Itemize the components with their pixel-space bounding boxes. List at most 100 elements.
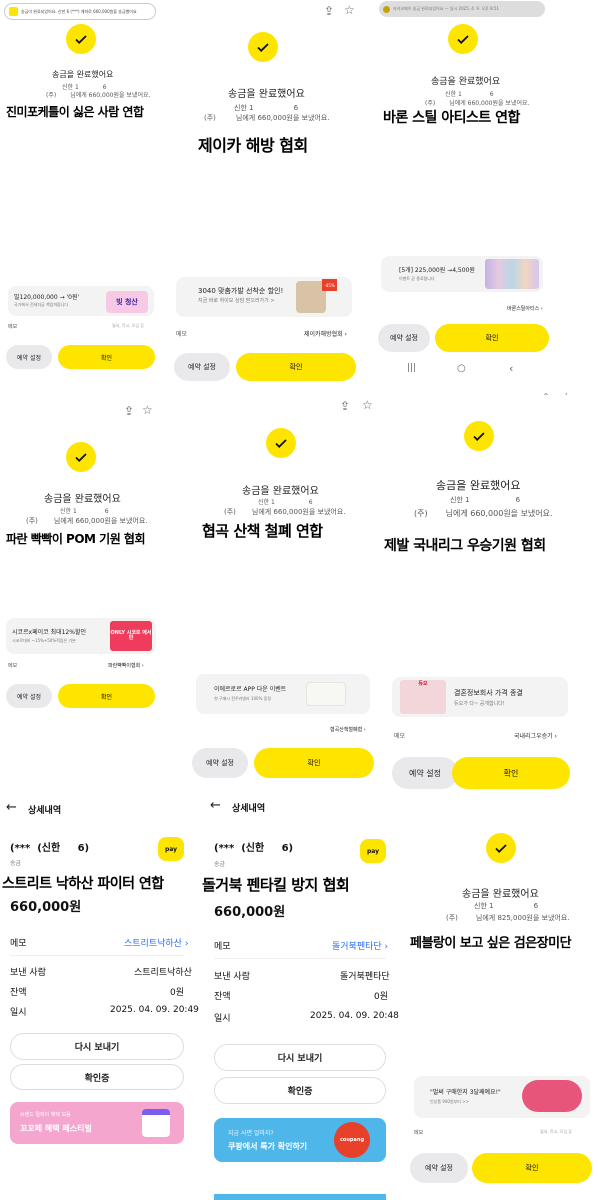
ad-subtitle: 국가에서 전세자금 책임져줍니다 [14, 302, 69, 307]
share-icon[interactable]: ⇪ [124, 405, 134, 417]
ad-image [522, 1080, 582, 1112]
balance-value: 0원 [374, 992, 389, 1002]
reserve-button[interactable]: 예약 설정 [6, 684, 52, 708]
confirm-button[interactable]: 확인 [58, 684, 155, 708]
confirm-button[interactable]: 확인 [254, 748, 374, 778]
ad-banner[interactable]: 3040 맞춤가발 선착순 할인! 지금 바로 하이모 상담 받으러가기 > -… [176, 277, 352, 317]
memo-value[interactable]: 국내리그우승기 › [514, 731, 557, 740]
notification-banner[interactable]: 송금이 완료되었어요. 신한 6 (***) 계좌로 660,000원을 송금했… [4, 3, 156, 20]
ad-title: 3040 맞춤가발 선착순 할인! [198, 287, 284, 295]
bank-line: 신한 16 [474, 902, 539, 910]
ad-banner[interactable]: 시코르x페이코 최대12%할인 시코르대비 ~15%+50%적립은 기본 ONL… [6, 618, 156, 654]
kakao-icon [383, 5, 390, 13]
ad-subtitle: 인상품 900원부터 >> [430, 1099, 469, 1104]
confirm-button[interactable]: 확인 [236, 353, 356, 381]
share-icon[interactable]: ⇪ [324, 5, 334, 17]
reserve-button[interactable]: 예약 설정 [174, 353, 230, 381]
datetime-label: 일시 [10, 1008, 27, 1018]
confirm-button[interactable]: 확인 [472, 1153, 592, 1183]
bank-line: 신한 16 [258, 499, 313, 506]
resend-button[interactable]: 다시 보내기 [214, 1044, 386, 1071]
reserve-button[interactable]: 예약 설정 [410, 1153, 468, 1183]
memo-value[interactable]: 스트리트낙하산 › [124, 936, 188, 949]
ad-title: 이에르로르 APP 다운 이벤트 [214, 686, 287, 693]
memo-value[interactable]: 돌거북펜타단 › [332, 939, 388, 952]
panel-2: ⇪ ☆ 송금을 완료했어요 신한 16 (주) 님에게 660,000원을 보냈어… [170, 0, 375, 395]
coupang-badge: coupang [334, 1122, 370, 1158]
memo-value[interactable]: 파란빡빡이협회 › [108, 662, 144, 669]
caption-text: 제이카 해방 협회 [198, 136, 308, 155]
recent-apps-icon[interactable]: ||| [407, 364, 416, 373]
bank-line: 신한 16 [445, 91, 494, 98]
reserve-button[interactable]: 예약 설정 [378, 324, 430, 352]
star-icon[interactable]: ☆ [142, 404, 153, 416]
done-title: 송금을 완료했어요 [52, 70, 114, 79]
ad-title: "벌써 구매한지 3달째예요!" [430, 1089, 501, 1096]
page-title: 상세내역 [232, 804, 266, 814]
caption-text: 파란 빡빡이 POM 기원 협회 [6, 532, 146, 546]
caption-text: 스트리트 낙하산 파이터 연합 [2, 876, 164, 892]
notification-banner[interactable]: 카카오페이 송금 완료되었어요 — 일시 2025. 4. 9. 오후 8:51 [379, 1, 545, 17]
notification-text: 카카오페이 송금 완료되었어요 — 일시 2025. 4. 9. 오후 8:51 [393, 6, 500, 11]
memo-value[interactable]: 바론스틸아티스 › [507, 305, 543, 312]
promo-banner[interactable]: 브랜드 릴레이 혜택 모음 꼬꼬페 혜택 페스티벌 [10, 1102, 184, 1144]
caption-text: 바론 스틸 아티스트 연합 [383, 110, 520, 126]
reserve-button[interactable]: 예약 설정 [392, 757, 458, 789]
ad-title: 결혼정보회사 가격 종결 [454, 689, 523, 697]
memo-hint[interactable]: 월세, 학교, 모임 등 [112, 323, 144, 329]
calendar-icon [142, 1109, 170, 1137]
back-arrow-icon[interactable]: ← [210, 799, 221, 812]
ad-banner[interactable]: "벌써 구매한지 3달째예요!" 인상품 900원부터 >> [414, 1076, 590, 1118]
check-circle-icon [266, 428, 296, 458]
promo-title: 꼬꼬페 혜택 페스티벌 [20, 1124, 92, 1133]
memo-value[interactable]: 협곡산책철폐협 › [330, 726, 366, 733]
promo-title: 쿠팡에서 특가 확인하기 [228, 1142, 308, 1151]
sent-line: (주) 님에게 660,000원을 보냈어요. [204, 114, 330, 122]
bank-line: 신한 16 [234, 104, 299, 112]
promo-banner[interactable]: 지금 사면 얼마지? 쿠팡에서 특가 확인하기 coupang [214, 1118, 386, 1162]
ad-image: 듀오 [400, 680, 446, 714]
memo-value[interactable]: 제이카해방협회 › [304, 329, 347, 338]
ad-subtitle: 이벤트 곧 종료됩니다 [399, 276, 435, 281]
promo-small: 지금 사면 얼마지? [228, 1130, 274, 1137]
bottom-strip [214, 1194, 386, 1200]
memo-hint[interactable]: 월세, 학교, 모임 등 [540, 1129, 572, 1135]
check-circle-icon [448, 24, 478, 54]
star-icon[interactable]: ☆ [362, 399, 373, 411]
share-icon[interactable]: ⇪ [340, 400, 350, 412]
reserve-button[interactable]: 예약 설정 [6, 345, 52, 369]
resend-button[interactable]: 다시 보내기 [10, 1033, 184, 1060]
recipient-header: (*** (신한 6) [10, 843, 90, 854]
memo-label: 메모 [8, 324, 18, 330]
notification-text: 송금이 완료되었어요. 신한 6 (***) 계좌로 660,000원을 송금했… [21, 8, 137, 14]
sent-line: (주) 님에게 825,000원을 보냈어요. [446, 914, 570, 922]
panel-4: ⇪ ☆ 송금을 완료했어요 신한 16 (주) 님에게 660,000원을 보냈어… [0, 395, 170, 795]
balance-label: 잔액 [10, 988, 27, 998]
receipt-button[interactable]: 확인증 [214, 1077, 386, 1104]
done-title: 송금을 완료했어요 [436, 479, 521, 492]
confirm-button[interactable]: 확인 [452, 757, 570, 789]
ad-banner[interactable]: [5개] 225,000원 →4,500원 이벤트 곧 종료됩니다 [381, 256, 543, 292]
back-icon[interactable]: ‹ [509, 363, 513, 374]
ad-subtitle: 첫 구매시 전주카넬라 100% 증정 [214, 696, 272, 701]
back-arrow-icon[interactable]: ← [6, 801, 17, 814]
confirm-button[interactable]: 확인 [435, 324, 549, 352]
divider [214, 958, 386, 959]
memo-label: 메모 [394, 733, 406, 740]
ad-banner[interactable]: 듀오 결혼정보회사 가격 종결 듀오가 다~ 공개합니다! [392, 677, 568, 717]
star-icon[interactable]: ☆ [344, 4, 355, 16]
ad-banner[interactable]: 이에르로르 APP 다운 이벤트 첫 구매시 전주카넬라 100% 증정 [196, 674, 370, 714]
ad-subtitle: 듀오가 다~ 공개합니다! [454, 701, 505, 707]
ad-title: 시코르x페이코 최대12%할인 [12, 629, 86, 636]
reserve-button[interactable]: 예약 설정 [192, 748, 248, 778]
kakao-icon [9, 7, 18, 16]
home-icon[interactable]: ○ [457, 364, 466, 374]
ad-image: 빚 청산 [106, 291, 148, 313]
ad-banner[interactable]: 빌120,000,000 → '0원' 국가에서 전세자금 책임져줍니다 빚 청… [8, 286, 154, 316]
panel-3: 카카오페이 송금 완료되었어요 — 일시 2025. 4. 9. 오후 8:51… [375, 0, 598, 395]
receipt-button[interactable]: 확인증 [10, 1064, 184, 1090]
balance-label: 잔액 [214, 992, 231, 1002]
done-title: 송금을 완료했어요 [228, 89, 305, 100]
datetime-value: 2025. 04. 09. 20:48 [310, 1011, 399, 1021]
confirm-button[interactable]: 확인 [58, 345, 155, 369]
